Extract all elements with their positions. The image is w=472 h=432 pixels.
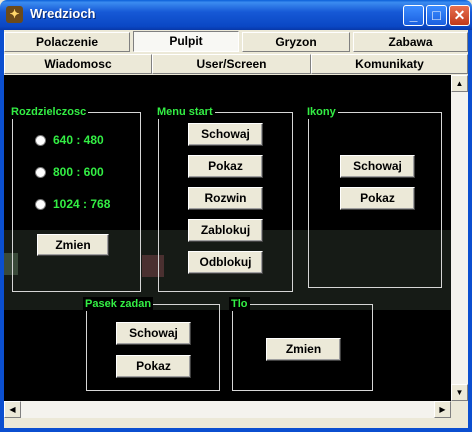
- background-change-button[interactable]: Zmien: [266, 338, 341, 361]
- resolution-change-button[interactable]: Zmien: [37, 234, 109, 256]
- resolution-radio-800[interactable]: [35, 167, 46, 178]
- start-menu-hide-button[interactable]: Schowaj: [188, 123, 263, 146]
- resolution-group: Rozdzielczosc 640 : 480 800 : 600 1024 :…: [9, 105, 141, 292]
- resolution-radio-640[interactable]: [35, 135, 46, 146]
- tab-gryzon[interactable]: Gryzon: [242, 32, 350, 52]
- tab-zabawa[interactable]: Zabawa: [353, 32, 468, 52]
- tab-user-screen[interactable]: User/Screen: [152, 54, 311, 74]
- taskbar-group: Pasek zadan Schowaj Pokaz: [83, 297, 220, 391]
- app-window: ✦ Wredzioch _ □ ✕ Polaczenie Pulpit Gryz…: [0, 0, 472, 432]
- icons-group-title: Ikony: [305, 105, 338, 119]
- resolution-option-label: 1024 : 768: [53, 197, 111, 211]
- taskbar-show-button[interactable]: Pokaz: [116, 355, 191, 378]
- window-title: Wredzioch: [30, 6, 96, 21]
- tab-wiadomosc[interactable]: Wiadomosc: [4, 54, 152, 74]
- start-menu-show-button[interactable]: Pokaz: [188, 155, 263, 178]
- tab-polaczenie[interactable]: Polaczenie: [4, 32, 130, 52]
- app-icon: ✦: [6, 6, 23, 23]
- icons-hide-button[interactable]: Schowaj: [340, 155, 415, 178]
- start-menu-unlock-button[interactable]: Odblokuj: [188, 251, 263, 274]
- icons-show-button[interactable]: Pokaz: [340, 187, 415, 210]
- icons-group: Ikony Schowaj Pokaz: [305, 105, 442, 288]
- start-menu-expand-button[interactable]: Rozwin: [188, 187, 263, 210]
- scroll-up-arrow-icon[interactable]: ▲: [451, 75, 468, 92]
- window-frame-right: [468, 30, 472, 432]
- resolution-radio-1024[interactable]: [35, 199, 46, 210]
- window-frame-bottom: [0, 428, 472, 432]
- maximize-button[interactable]: □: [426, 5, 447, 26]
- desktop-panel: Rozdzielczosc 640 : 480 800 : 600 1024 :…: [4, 75, 451, 401]
- tab-row-primary: Polaczenie Pulpit Gryzon Zabawa: [4, 31, 468, 52]
- background-group-title: Tlo: [229, 297, 250, 311]
- background-group: Tlo Zmien: [229, 297, 373, 391]
- start-menu-lock-button[interactable]: Zablokuj: [188, 219, 263, 242]
- tab-row-secondary: Wiadomosc User/Screen Komunikaty: [4, 54, 468, 74]
- scrollbar-corner: [451, 401, 468, 418]
- vertical-scrollbar[interactable]: ▲ ▼: [451, 75, 468, 401]
- start-menu-group-title: Menu start: [155, 105, 215, 119]
- taskbar-hide-button[interactable]: Schowaj: [116, 322, 191, 345]
- close-button[interactable]: ✕: [449, 5, 470, 26]
- scroll-down-arrow-icon[interactable]: ▼: [451, 384, 468, 401]
- scroll-left-arrow-icon[interactable]: ◀: [4, 401, 21, 418]
- start-menu-group: Menu start Schowaj Pokaz Rozwin Zablokuj…: [155, 105, 293, 292]
- horizontal-scrollbar[interactable]: ◀ ▶: [4, 401, 451, 418]
- scroll-right-arrow-icon[interactable]: ▶: [434, 401, 451, 418]
- taskbar-group-title: Pasek zadan: [83, 297, 154, 311]
- resolution-group-title: Rozdzielczosc: [9, 105, 89, 119]
- tab-komunikaty[interactable]: Komunikaty: [311, 54, 468, 74]
- title-bar[interactable]: ✦ Wredzioch _ □ ✕: [0, 0, 472, 30]
- resolution-option-label: 800 : 600: [53, 165, 104, 179]
- resolution-option-label: 640 : 480: [53, 133, 104, 147]
- tab-pulpit[interactable]: Pulpit: [133, 31, 239, 52]
- minimize-button[interactable]: _: [403, 5, 424, 26]
